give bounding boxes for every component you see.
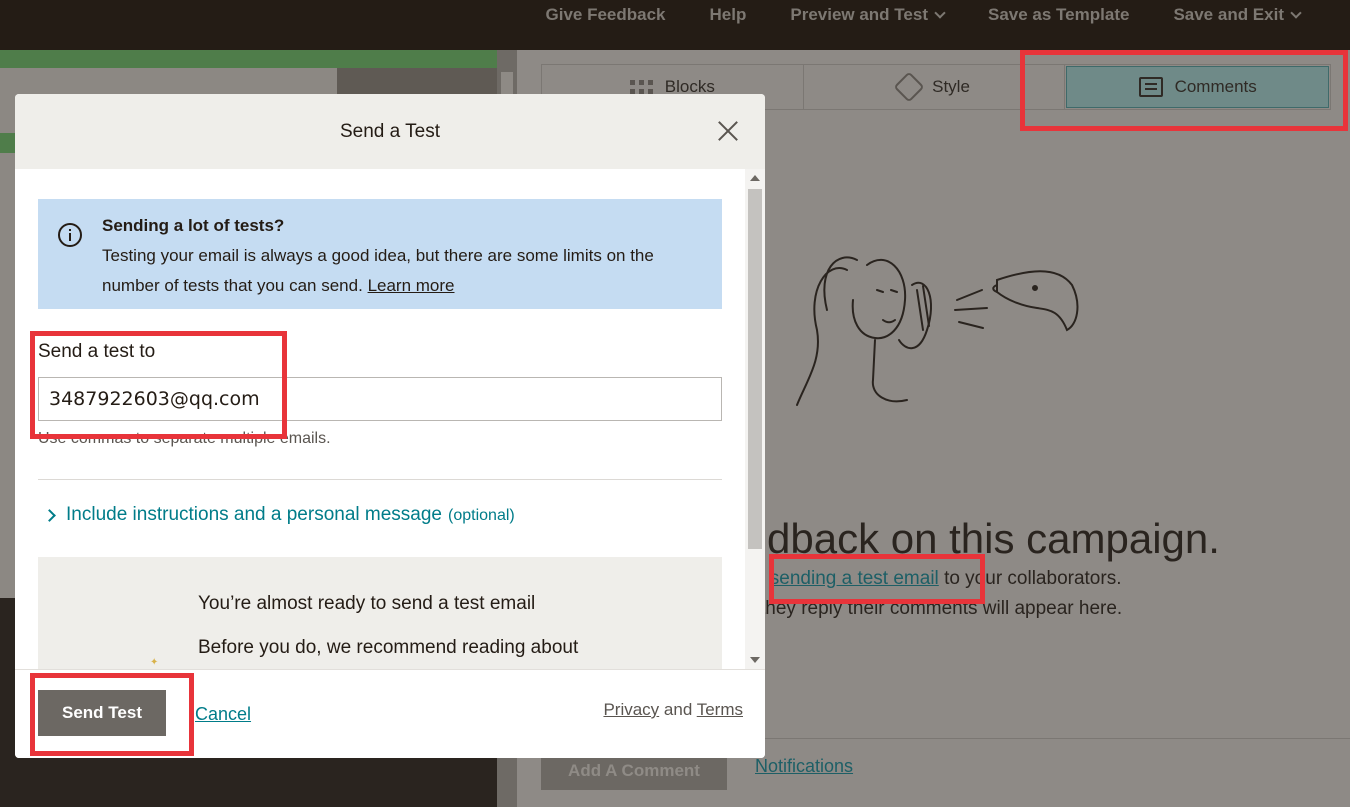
scrollbar-thumb[interactable] (748, 189, 762, 549)
optional-label: (optional) (448, 507, 515, 524)
send-to-label: Send a test to (38, 341, 156, 362)
email-field[interactable] (38, 377, 722, 421)
style-icon (893, 71, 925, 103)
give-feedback-link[interactable]: Give Feedback (524, 4, 688, 26)
ready-notice: ✦ You’re almost ready to send a test ema… (38, 557, 722, 669)
comments-headline: dback on this campaign. (767, 515, 1220, 562)
info-icon (58, 223, 82, 247)
privacy-link[interactable]: Privacy (603, 700, 659, 719)
sending-test-email-link[interactable]: sending a test email (770, 568, 939, 589)
help-label: Help (709, 5, 747, 24)
save-as-template-link[interactable]: Save as Template (966, 4, 1151, 26)
cancel-link[interactable]: Cancel (195, 704, 251, 725)
sparkle-icon: ✦ (150, 657, 159, 668)
info-text: Testing your email is always a good idea… (102, 241, 712, 301)
top-bar: Give Feedback Help Preview and Test Save… (0, 0, 1350, 50)
info-title: Sending a lot of tests? (102, 216, 285, 235)
notifications-link[interactable]: Notifications (755, 756, 853, 777)
send-test-button[interactable]: Send Test (38, 690, 166, 736)
save-as-template-label: Save as Template (988, 5, 1130, 24)
chevron-down-icon (934, 7, 946, 19)
ready-title: You’re almost ready to send a test email (198, 593, 536, 614)
preview-header-strip (0, 50, 497, 68)
feedback-illustration (796, 256, 1079, 406)
modal-title: Send a Test (339, 120, 440, 142)
personal-message-label: Include instructions and a personal mess… (66, 504, 443, 525)
subtext-suffix: to your collaborators. (944, 568, 1122, 589)
email-helper-text: Use commas to separate multiple emails. (38, 430, 331, 447)
chevron-down-icon (1290, 7, 1302, 19)
tab-style[interactable]: Style (804, 65, 1066, 109)
modal-body: Sending a lot of tests? Testing your ema… (15, 169, 745, 669)
comment-icon (1138, 77, 1163, 97)
modal-header: Send a Test (15, 94, 765, 169)
grid-icon (629, 80, 653, 94)
preview-and-test-label: Preview and Test (790, 5, 928, 24)
personal-message-toggle[interactable]: Include instructions and a personal mess… (43, 504, 515, 526)
preview-and-test-menu[interactable]: Preview and Test (768, 4, 966, 26)
ready-text: Before you do, we recommend reading abou… (198, 637, 579, 658)
tab-comments[interactable]: Comments (1066, 66, 1330, 108)
scroll-up-icon[interactable] (750, 175, 760, 181)
comments-subtext: y sending a test email to your collabora… (755, 568, 1121, 590)
comments-subtext-2: they reply their comments will appear he… (760, 598, 1123, 619)
tab-style-label: Style (932, 77, 970, 96)
section-divider (38, 479, 722, 480)
send-test-modal: Send a Test Sending a lot of tests? Test… (15, 94, 765, 758)
modal-footer: Send Test Cancel Privacy and Terms (15, 669, 765, 758)
learn-more-link[interactable]: Learn more (368, 276, 455, 295)
chevron-right-icon (43, 509, 56, 522)
legal-links: Privacy and Terms (603, 700, 743, 720)
save-and-exit-menu[interactable]: Save and Exit (1151, 4, 1322, 26)
scroll-down-icon[interactable] (750, 657, 760, 663)
legal-and: and (663, 700, 693, 719)
terms-link[interactable]: Terms (697, 700, 743, 719)
close-icon[interactable] (717, 120, 739, 142)
modal-scrollbar[interactable] (745, 169, 765, 669)
top-nav: Give Feedback Help Preview and Test Save… (524, 4, 1323, 26)
give-feedback-label: Give Feedback (545, 5, 666, 24)
info-notice: Sending a lot of tests? Testing your ema… (38, 199, 722, 309)
help-link[interactable]: Help (688, 4, 769, 26)
save-and-exit-label: Save and Exit (1173, 5, 1284, 24)
tab-comments-label: Comments (1174, 77, 1257, 96)
